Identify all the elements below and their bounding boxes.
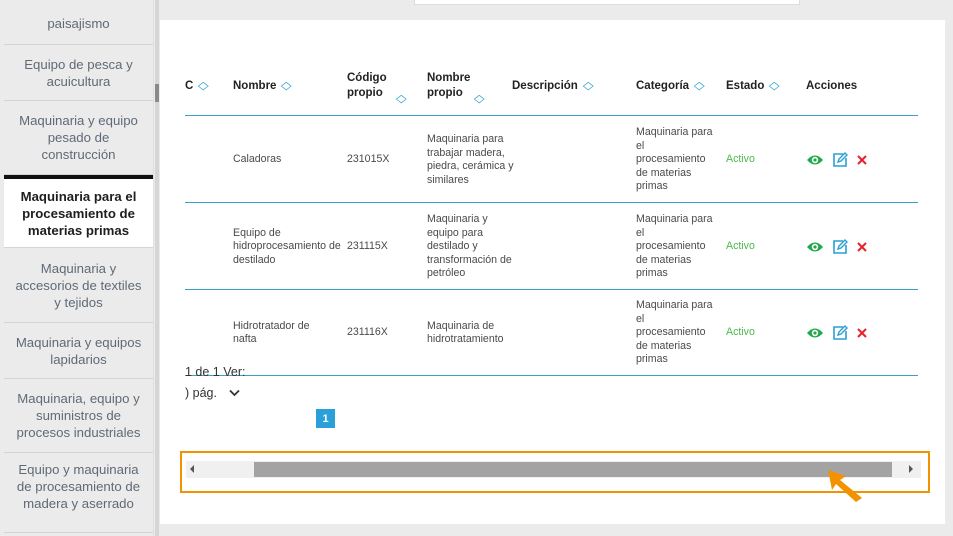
cell-nombre: Equipo de hidroprocesamiento de destilad… bbox=[233, 226, 341, 266]
sidebar-item-construccion[interactable]: Maquinaria y equipo pesado de construcci… bbox=[4, 101, 153, 175]
table-row: Hidrotratador de nafta 231116X Maquinari… bbox=[185, 290, 918, 376]
sidebar-item-materias-primas[interactable]: Maquinaria para el procesamiento de mate… bbox=[4, 175, 153, 248]
edit-icon[interactable] bbox=[832, 152, 848, 168]
table-row: Equipo de hidroprocesamiento de destilad… bbox=[185, 204, 918, 290]
cell-categoria: Maquinaria para el procesamiento de mate… bbox=[636, 213, 713, 280]
column-header-nombre-propio[interactable]: Nombre propio ◇ bbox=[427, 56, 497, 116]
cell-nombre-propio: Maquinaria de hidrotratamiento bbox=[427, 319, 504, 346]
sort-icon[interactable]: ◇ bbox=[694, 79, 705, 94]
cursor-arrow-icon bbox=[828, 470, 862, 502]
sidebar-item-textiles[interactable]: Maquinaria y accesorios de textiles y te… bbox=[4, 248, 153, 323]
horizontal-scrollbar[interactable] bbox=[186, 461, 921, 478]
chevron-down-icon bbox=[229, 386, 240, 400]
sidebar-item-pesca[interactable]: Equipo de pesca y acuicultura bbox=[4, 45, 153, 101]
cell-categoria: Maquinaria para el procesamiento de mate… bbox=[636, 126, 713, 193]
eye-icon[interactable] bbox=[806, 240, 824, 254]
sidebar-item-madera[interactable]: Equipo y maquinaria de procesamiento de … bbox=[4, 453, 153, 533]
cell-codigo: 231116X bbox=[347, 326, 388, 339]
row-actions bbox=[806, 204, 906, 290]
column-header-label: Nombre propio bbox=[427, 72, 471, 99]
sidebar-item-label: Equipo de pesca y acuicultura bbox=[24, 56, 133, 89]
top-search-box[interactable] bbox=[414, 0, 800, 5]
sidebar-item-procesos-industriales[interactable]: Maquinaria, equipo y suministros de proc… bbox=[4, 379, 153, 453]
sort-icon[interactable]: ◇ bbox=[474, 92, 485, 107]
sidebar-item-paisajismo[interactable]: paisajismo bbox=[4, 0, 153, 45]
table-row: Caladoras 231015X Maquinaria para trabaj… bbox=[185, 117, 918, 203]
column-header-acciones: Acciones bbox=[806, 56, 857, 116]
column-header-estado[interactable]: Estado ◇ bbox=[726, 56, 780, 116]
cell-codigo: 231115X bbox=[347, 240, 388, 253]
eye-icon[interactable] bbox=[806, 153, 824, 167]
column-header-label: Acciones bbox=[806, 79, 858, 92]
close-icon[interactable] bbox=[856, 327, 868, 339]
cell-nombre: Caladoras bbox=[233, 153, 282, 166]
sort-icon[interactable]: ◇ bbox=[769, 79, 780, 94]
sidebar-item-label: Maquinaria, equipo y suministros de proc… bbox=[16, 391, 141, 440]
main-panel: C ◇ Nombre ◇ Código propio ◇ Nombre prop… bbox=[160, 20, 945, 524]
row-actions bbox=[806, 117, 906, 203]
sidebar-item-lapidarios[interactable]: Maquinaria y equipos lapidarios bbox=[4, 323, 153, 379]
close-icon[interactable] bbox=[856, 241, 868, 253]
table-header: C ◇ Nombre ◇ Código propio ◇ Nombre prop… bbox=[185, 56, 918, 116]
column-header-label: Estado bbox=[726, 79, 765, 92]
cell-nombre-propio: Maquinaria y equipo para destilado y tra… bbox=[427, 213, 512, 280]
sidebar-scroll-track[interactable] bbox=[155, 0, 159, 536]
sidebar-item-label: Maquinaria y equipos lapidarios bbox=[15, 334, 142, 367]
status-badge: Activo bbox=[726, 240, 755, 253]
cell-codigo: 231015X bbox=[347, 153, 390, 166]
cell-categoria: Maquinaria para el procesamiento de mate… bbox=[636, 299, 713, 366]
status-badge: Activo bbox=[726, 153, 755, 166]
cell-descripcion bbox=[512, 117, 612, 203]
pager-info: 1 de 1 Ver: bbox=[185, 365, 246, 379]
sort-icon[interactable]: ◇ bbox=[583, 79, 594, 94]
cell-descripcion bbox=[512, 290, 612, 376]
edit-icon[interactable] bbox=[832, 325, 848, 341]
sidebar-item-label: Maquinaria y accesorios de textiles y te… bbox=[15, 260, 142, 310]
eye-icon[interactable] bbox=[806, 326, 824, 340]
sidebar-item-label: Maquinaria y equipo pesado de construcci… bbox=[19, 113, 138, 162]
sidebar-item-label: Equipo y maquinaria de procesamiento de … bbox=[16, 462, 141, 511]
cell-nombre: Hidrotratador de nafta bbox=[233, 319, 310, 346]
horizontal-scroll-thumb[interactable] bbox=[254, 462, 892, 477]
column-header-label: Descripción bbox=[512, 79, 578, 92]
per-page-select[interactable]: ) pág. bbox=[185, 386, 240, 400]
row-actions bbox=[806, 290, 906, 376]
status-badge: Activo bbox=[726, 326, 755, 339]
sort-icon[interactable]: ◇ bbox=[198, 79, 209, 94]
close-icon[interactable] bbox=[856, 154, 868, 166]
column-header-label: C bbox=[185, 79, 194, 92]
column-header-codigo[interactable]: Código propio ◇ bbox=[347, 56, 417, 116]
edit-icon[interactable] bbox=[832, 239, 848, 255]
sidebar-item-label: Maquinaria para el procesamiento de mate… bbox=[20, 188, 137, 238]
sort-icon[interactable]: ◇ bbox=[281, 79, 292, 94]
sidebar-scroll-thumb[interactable] bbox=[155, 84, 159, 102]
cell-descripcion bbox=[512, 204, 612, 290]
column-header-clipped[interactable]: C ◇ bbox=[185, 56, 209, 116]
page-button-current[interactable]: 1 bbox=[316, 409, 335, 428]
cell-nombre-propio: Maquinaria para trabajar madera, piedra,… bbox=[427, 133, 514, 186]
scroll-left-arrow-icon[interactable] bbox=[190, 465, 194, 473]
column-header-label: Categoría bbox=[636, 79, 690, 92]
column-header-nombre[interactable]: Nombre ◇ bbox=[233, 56, 292, 116]
column-header-categoria[interactable]: Categoría ◇ bbox=[636, 56, 705, 116]
column-header-descripcion[interactable]: Descripción ◇ bbox=[512, 56, 594, 116]
category-sidebar: paisajismo Equipo de pesca y acuicultura… bbox=[4, 0, 154, 536]
per-page-value: ) pág. bbox=[185, 386, 217, 400]
scroll-right-arrow-icon[interactable] bbox=[909, 465, 913, 473]
sort-icon[interactable]: ◇ bbox=[396, 92, 407, 107]
column-header-label: Nombre bbox=[233, 79, 277, 92]
sidebar-item-label: paisajismo bbox=[47, 16, 110, 31]
